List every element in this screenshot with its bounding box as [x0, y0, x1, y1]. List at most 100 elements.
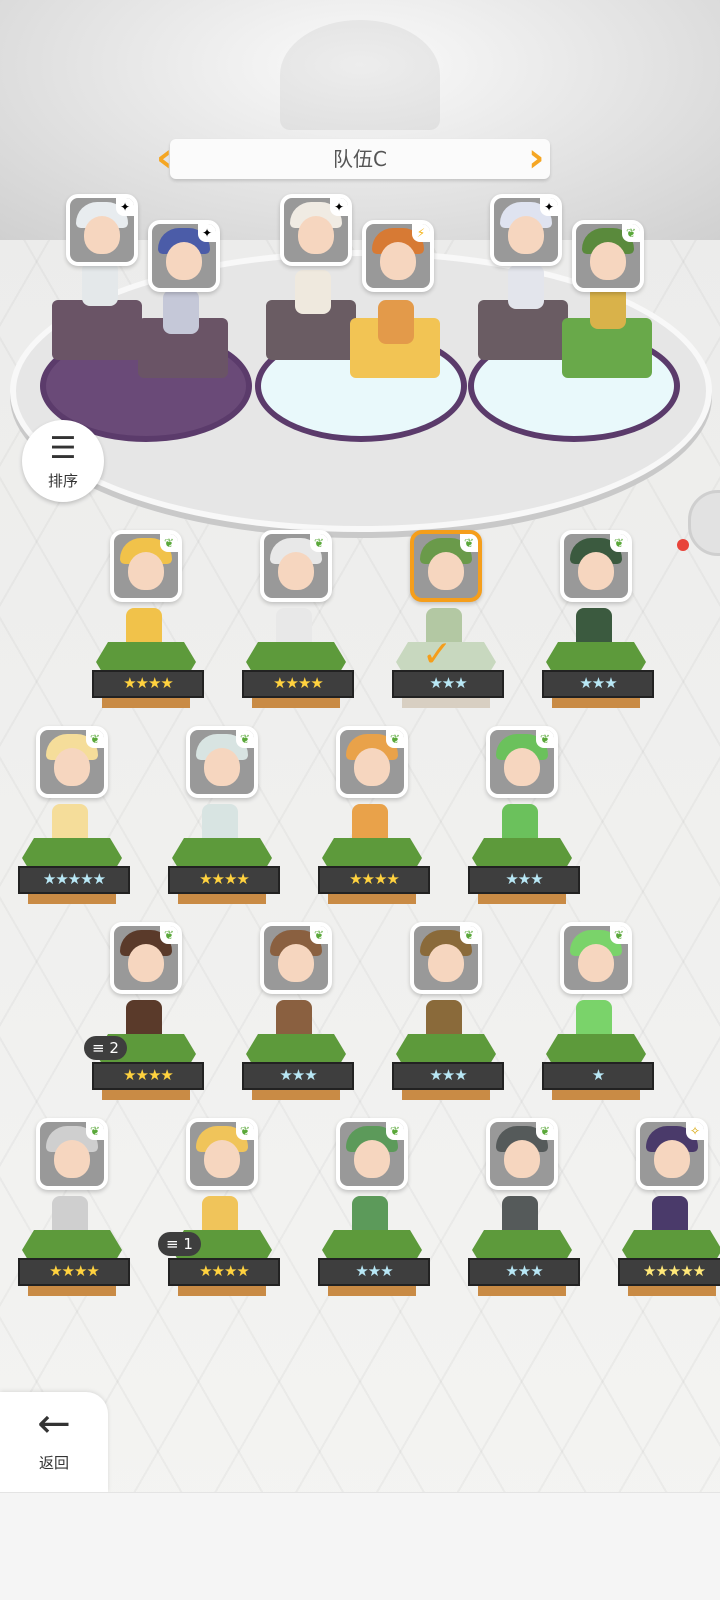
hero-portrait[interactable]: ❦: [110, 922, 182, 994]
star-rating: ★★★★: [92, 1062, 204, 1090]
hero-portrait[interactable]: ❦: [486, 726, 558, 798]
badge-count: 2: [109, 1039, 119, 1057]
earth-element-icon: ❦: [310, 534, 328, 552]
team-block: [478, 300, 568, 360]
hero-pedestal[interactable]: ★★★: [468, 838, 580, 908]
hero-portrait[interactable]: ❦: [260, 530, 332, 602]
hero-portrait[interactable]: ❦: [260, 922, 332, 994]
earth-element-icon: ❦: [386, 1122, 404, 1140]
hero-portrait[interactable]: ❦: [560, 922, 632, 994]
hero-pedestal[interactable]: ★★★: [242, 1034, 354, 1104]
hero-pedestal[interactable]: ★★★: [318, 1230, 430, 1300]
star-rating: ★★★★: [168, 866, 280, 894]
star-rating: ★★★★: [318, 866, 430, 894]
lightning-element-icon: ⚡: [412, 224, 430, 242]
game-scene: ✦ ✦ ✦ ⚡ ✦ ❦ ‹ 队伍C › ☰ 排序 ❦ ★★★★ ❦ ★★★★ ❦ ★★★ ✓…: [0, 0, 720, 1600]
hero-pedestal[interactable]: ★★★★: [168, 838, 280, 908]
dark-element-icon: ✦: [198, 224, 216, 242]
team-member-sprite[interactable]: [378, 300, 414, 344]
team-member-portrait[interactable]: ✦: [66, 194, 138, 266]
star-rating: ★: [542, 1062, 654, 1090]
dark-element-icon: ✦: [116, 198, 134, 216]
star-rating: ★★★★: [242, 670, 354, 698]
team-block: [52, 300, 142, 360]
team-member-portrait[interactable]: ✦: [280, 194, 352, 266]
badge-count: 1: [183, 1235, 193, 1253]
hero-portrait[interactable]: ❦: [336, 1118, 408, 1190]
star-rating: ★★★: [542, 670, 654, 698]
hero-pedestal[interactable]: ★★★★★: [18, 838, 130, 908]
hero-pedestal[interactable]: ★★★: [392, 1034, 504, 1104]
team-member-sprite[interactable]: [508, 265, 544, 309]
chevron-right-icon[interactable]: ›: [528, 136, 556, 182]
duplicate-count-badge: ≡ 2: [84, 1036, 127, 1060]
team-member-portrait[interactable]: ⚡: [362, 220, 434, 292]
sort-button[interactable]: ☰ 排序: [22, 420, 104, 502]
hero-portrait[interactable]: ❦: [186, 1118, 258, 1190]
hero-portrait[interactable]: ❦: [560, 530, 632, 602]
hero-pedestal[interactable]: ★★★★: [242, 642, 354, 712]
team-member-portrait[interactable]: ❦: [572, 220, 644, 292]
earth-element-icon: ❦: [160, 926, 178, 944]
star-rating: ★★★: [468, 866, 580, 894]
team-member-portrait[interactable]: ✦: [490, 194, 562, 266]
star-rating: ★★★★: [18, 1258, 130, 1286]
light-element-icon: ✧: [686, 1122, 704, 1140]
earth-element-icon: ❦: [536, 1122, 554, 1140]
earth-element-icon: ❦: [86, 730, 104, 748]
team-name: 队伍C: [170, 139, 550, 179]
sort-button-label: 排序: [47, 472, 78, 490]
hero-portrait[interactable]: ❦: [36, 726, 108, 798]
star-rating: ★★★★: [92, 670, 204, 698]
hero-pedestal[interactable]: ★★★★★: [618, 1230, 720, 1300]
hero-portrait[interactable]: ❦: [186, 726, 258, 798]
star-rating: ★★★: [242, 1062, 354, 1090]
sort-descending-icon: ☰: [49, 431, 77, 466]
earth-element-icon: ❦: [160, 534, 178, 552]
team-member-sprite[interactable]: [163, 290, 199, 334]
earth-element-icon: ❦: [460, 926, 478, 944]
hero-pedestal[interactable]: ★★★★: [318, 838, 430, 908]
hero-portrait[interactable]: ❦: [110, 530, 182, 602]
earth-element-icon: ❦: [460, 534, 478, 552]
earth-element-icon: ❦: [622, 224, 640, 242]
earth-element-icon: ❦: [236, 730, 254, 748]
team-member-sprite[interactable]: [295, 270, 331, 314]
earth-element-icon: ❦: [236, 1122, 254, 1140]
selected-check-icon: ✓: [422, 634, 453, 675]
hero-pedestal[interactable]: ★★★★: [18, 1230, 130, 1300]
bottom-bar: [0, 1492, 720, 1600]
hero-portrait[interactable]: ❦: [336, 726, 408, 798]
earth-element-icon: ❦: [86, 1122, 104, 1140]
hero-pedestal[interactable]: ★: [542, 1034, 654, 1104]
dark-element-icon: ✦: [540, 198, 558, 216]
star-rating: ★★★★★: [618, 1258, 720, 1286]
hero-portrait[interactable]: ❦: [410, 530, 482, 602]
back-button[interactable]: ← 返回: [0, 1392, 108, 1492]
hero-portrait[interactable]: ❦: [410, 922, 482, 994]
earth-element-icon: ❦: [610, 926, 628, 944]
earth-element-icon: ❦: [386, 730, 404, 748]
star-rating: ★★★: [468, 1258, 580, 1286]
hero-pedestal[interactable]: ★★★: [468, 1230, 580, 1300]
hero-portrait[interactable]: ✧: [636, 1118, 708, 1190]
star-rating: ★★★: [318, 1258, 430, 1286]
hero-pedestal[interactable]: ★★★: [542, 642, 654, 712]
arena-emblem: [280, 20, 440, 130]
star-rating: ★★★: [392, 1062, 504, 1090]
team-member-sprite[interactable]: [82, 262, 118, 306]
hero-pedestal[interactable]: ★★★★: [92, 642, 204, 712]
side-scroll-handle[interactable]: [688, 490, 720, 556]
duplicate-count-badge: ≡ 1: [158, 1232, 201, 1256]
notification-dot: [677, 539, 689, 551]
star-rating: ★★★★: [168, 1258, 280, 1286]
dark-element-icon: ✦: [330, 198, 348, 216]
arrow-left-icon: ←: [37, 1401, 71, 1447]
earth-element-icon: ❦: [310, 926, 328, 944]
earth-element-icon: ❦: [536, 730, 554, 748]
back-button-label: 返回: [38, 1454, 69, 1472]
earth-element-icon: ❦: [610, 534, 628, 552]
hero-portrait[interactable]: ❦: [486, 1118, 558, 1190]
team-member-portrait[interactable]: ✦: [148, 220, 220, 292]
hero-portrait[interactable]: ❦: [36, 1118, 108, 1190]
